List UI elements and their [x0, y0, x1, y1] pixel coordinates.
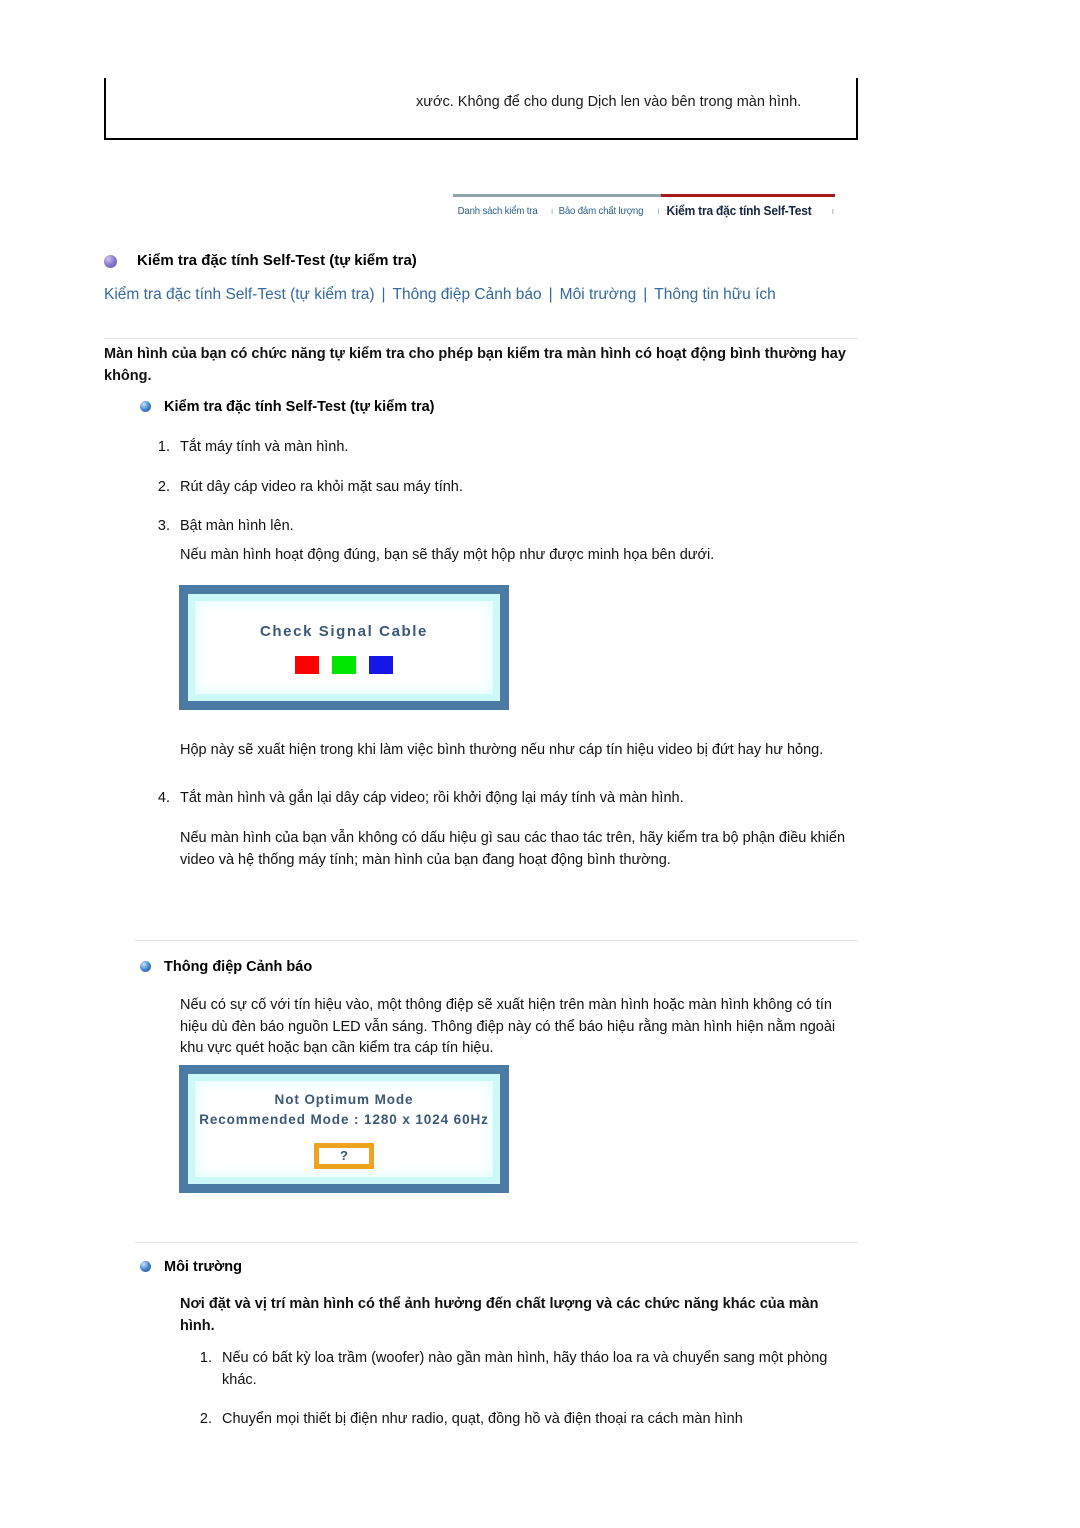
list-number: 3.: [157, 518, 170, 534]
after-step3-paragraph: Nếu màn hình hoạt động đúng, bạn sẽ thấy…: [180, 547, 715, 563]
quick-links-row[interactable]: Kiểm tra đặc tính Self-Test (tự kiểm tra…: [104, 286, 776, 304]
blue-swatch-icon: [369, 655, 393, 674]
selftest-step4-list: 4. Tắt màn hình và gắn lại dây cáp video…: [148, 788, 868, 828]
quick-link-separator: |: [643, 286, 648, 303]
after-osd-paragraph: Hộp này sẽ xuất hiện trong khi làm việc …: [180, 742, 824, 758]
quick-link-separator: |: [381, 286, 386, 303]
osd-title-check-signal-cable: Check Signal Cable: [259, 622, 428, 640]
environment-heading-block: Môi trường: [140, 1258, 242, 1276]
nav-link-quality[interactable]: Bảo đảm chất lượng: [554, 205, 648, 217]
list-item: 3. Bật màn hình lên.: [148, 516, 848, 538]
osd-question-button[interactable]: ?: [314, 1142, 374, 1169]
list-text: Bật màn hình lên.: [180, 518, 294, 534]
osd-not-optimum-mode: Not Optimum Mode Recommended Mode : 1280…: [179, 1065, 509, 1193]
blue-sphere-bullet-icon: [140, 401, 151, 412]
divider-top: [104, 338, 858, 339]
quick-link-environment[interactable]: Môi trường: [560, 286, 637, 303]
document-page: xước. Không để cho dung Dịch len vào bên…: [0, 0, 1080, 1528]
nav-link-checklist[interactable]: Danh sách kiểm tra: [453, 205, 542, 217]
warning-body-paragraph: Nếu có sự cố với tín hiệu vào, một thông…: [180, 997, 836, 1056]
osd-check-signal-cable: Check Signal Cable: [179, 585, 509, 710]
list-item: 1. Nếu có bất kỳ loa trầm (woofer) nào g…: [190, 1348, 840, 1391]
warning-heading-block: Thông điệp Cảnh báo: [140, 958, 312, 976]
list-number: 1.: [157, 439, 170, 455]
environment-heading: Môi trường: [164, 1259, 242, 1275]
continued-note-text: xước. Không để cho dung Dịch len vào bên…: [416, 94, 802, 110]
list-number: 4.: [157, 790, 170, 806]
nav-segment-selftest[interactable]: Kiểm tra đặc tính Self-Test ı: [660, 194, 836, 220]
list-text: Tắt màn hình và gắn lại dây cáp video; r…: [180, 790, 684, 806]
blue-sphere-bullet-icon: [140, 1261, 151, 1272]
selftest-closing-paragraph: Nếu màn hình của bạn vẫn không có dấu hi…: [180, 830, 846, 868]
list-text: Tắt máy tính và màn hình.: [180, 439, 349, 455]
nav-segment-checklist[interactable]: Danh sách kiểm tra ı Bảo đảm chất lượng …: [453, 194, 661, 220]
list-item: 2. Chuyển mọi thiết bị điện như radio, q…: [190, 1409, 840, 1431]
osd-screen: Check Signal Cable: [188, 594, 500, 701]
osd-screen: Not Optimum Mode Recommended Mode : 1280…: [188, 1074, 500, 1184]
continued-note-box: xước. Không để cho dung Dịch len vào bên…: [104, 78, 858, 140]
quick-link-separator: |: [548, 286, 553, 303]
purple-sphere-bullet-icon: [104, 255, 117, 268]
list-item: 4. Tắt màn hình và gắn lại dây cáp video…: [148, 788, 868, 810]
list-number: 1.: [199, 1350, 212, 1366]
list-number: 2.: [199, 1411, 212, 1427]
intro-paragraph: Màn hình của bạn có chức năng tự kiểm tr…: [104, 346, 846, 384]
list-item: 2. Rút dây cáp video ra khỏi mặt sau máy…: [148, 477, 848, 499]
environment-lead-paragraph: Nơi đặt và vị trí màn hình có thể ảnh hư…: [180, 1296, 819, 1334]
environment-list: 1. Nếu có bất kỳ loa trầm (woofer) nào g…: [190, 1348, 840, 1449]
nav-separator: ı: [831, 205, 835, 216]
selftest-heading-block: Kiểm tra đặc tính Self-Test (tự kiểm tra…: [140, 398, 434, 416]
list-text: Rút dây cáp video ra khỏi mặt sau máy tí…: [180, 478, 463, 495]
page-title: Kiểm tra đặc tính Self-Test (tự kiểm tra…: [137, 252, 417, 269]
divider-environment-section: [135, 1242, 858, 1243]
list-text: Nếu có bất kỳ loa trầm (woofer) nào gần …: [222, 1350, 828, 1388]
rgb-swatch-row: [295, 655, 393, 674]
selftest-heading: Kiểm tra đặc tính Self-Test (tự kiểm tra…: [164, 399, 435, 415]
list-item: 1. Tắt máy tính và màn hình.: [148, 437, 848, 459]
quick-link-selftest[interactable]: Kiểm tra đặc tính Self-Test (tự kiểm tra…: [104, 286, 375, 303]
blue-sphere-bullet-icon: [140, 961, 151, 972]
quick-link-warning[interactable]: Thông điệp Cảnh báo: [393, 286, 542, 303]
list-number: 2.: [157, 478, 170, 495]
selftest-steps-list: 1. Tắt máy tính và màn hình. 2. Rút dây …: [148, 437, 848, 556]
warning-heading: Thông điệp Cảnh báo: [164, 959, 313, 975]
quick-link-useful-info[interactable]: Thông tin hữu ích: [654, 286, 776, 303]
divider-warning-section: [135, 940, 858, 941]
green-swatch-icon: [332, 655, 356, 674]
page-title-block: Kiểm tra đặc tính Self-Test (tự kiểm tra…: [104, 252, 417, 270]
red-swatch-icon: [295, 655, 319, 674]
nav-link-selftest[interactable]: Kiểm tra đặc tính Self-Test: [661, 203, 817, 218]
breadcrumb-nav[interactable]: Danh sách kiểm tra ı Bảo đảm chất lượng …: [453, 194, 881, 220]
osd-recommended-mode-text: Recommended Mode : 1280 x 1024 60Hz: [199, 1111, 489, 1127]
list-text: Chuyển mọi thiết bị điện như radio, quạt…: [222, 1411, 743, 1427]
osd-title-not-optimum-mode: Not Optimum Mode: [274, 1091, 414, 1107]
